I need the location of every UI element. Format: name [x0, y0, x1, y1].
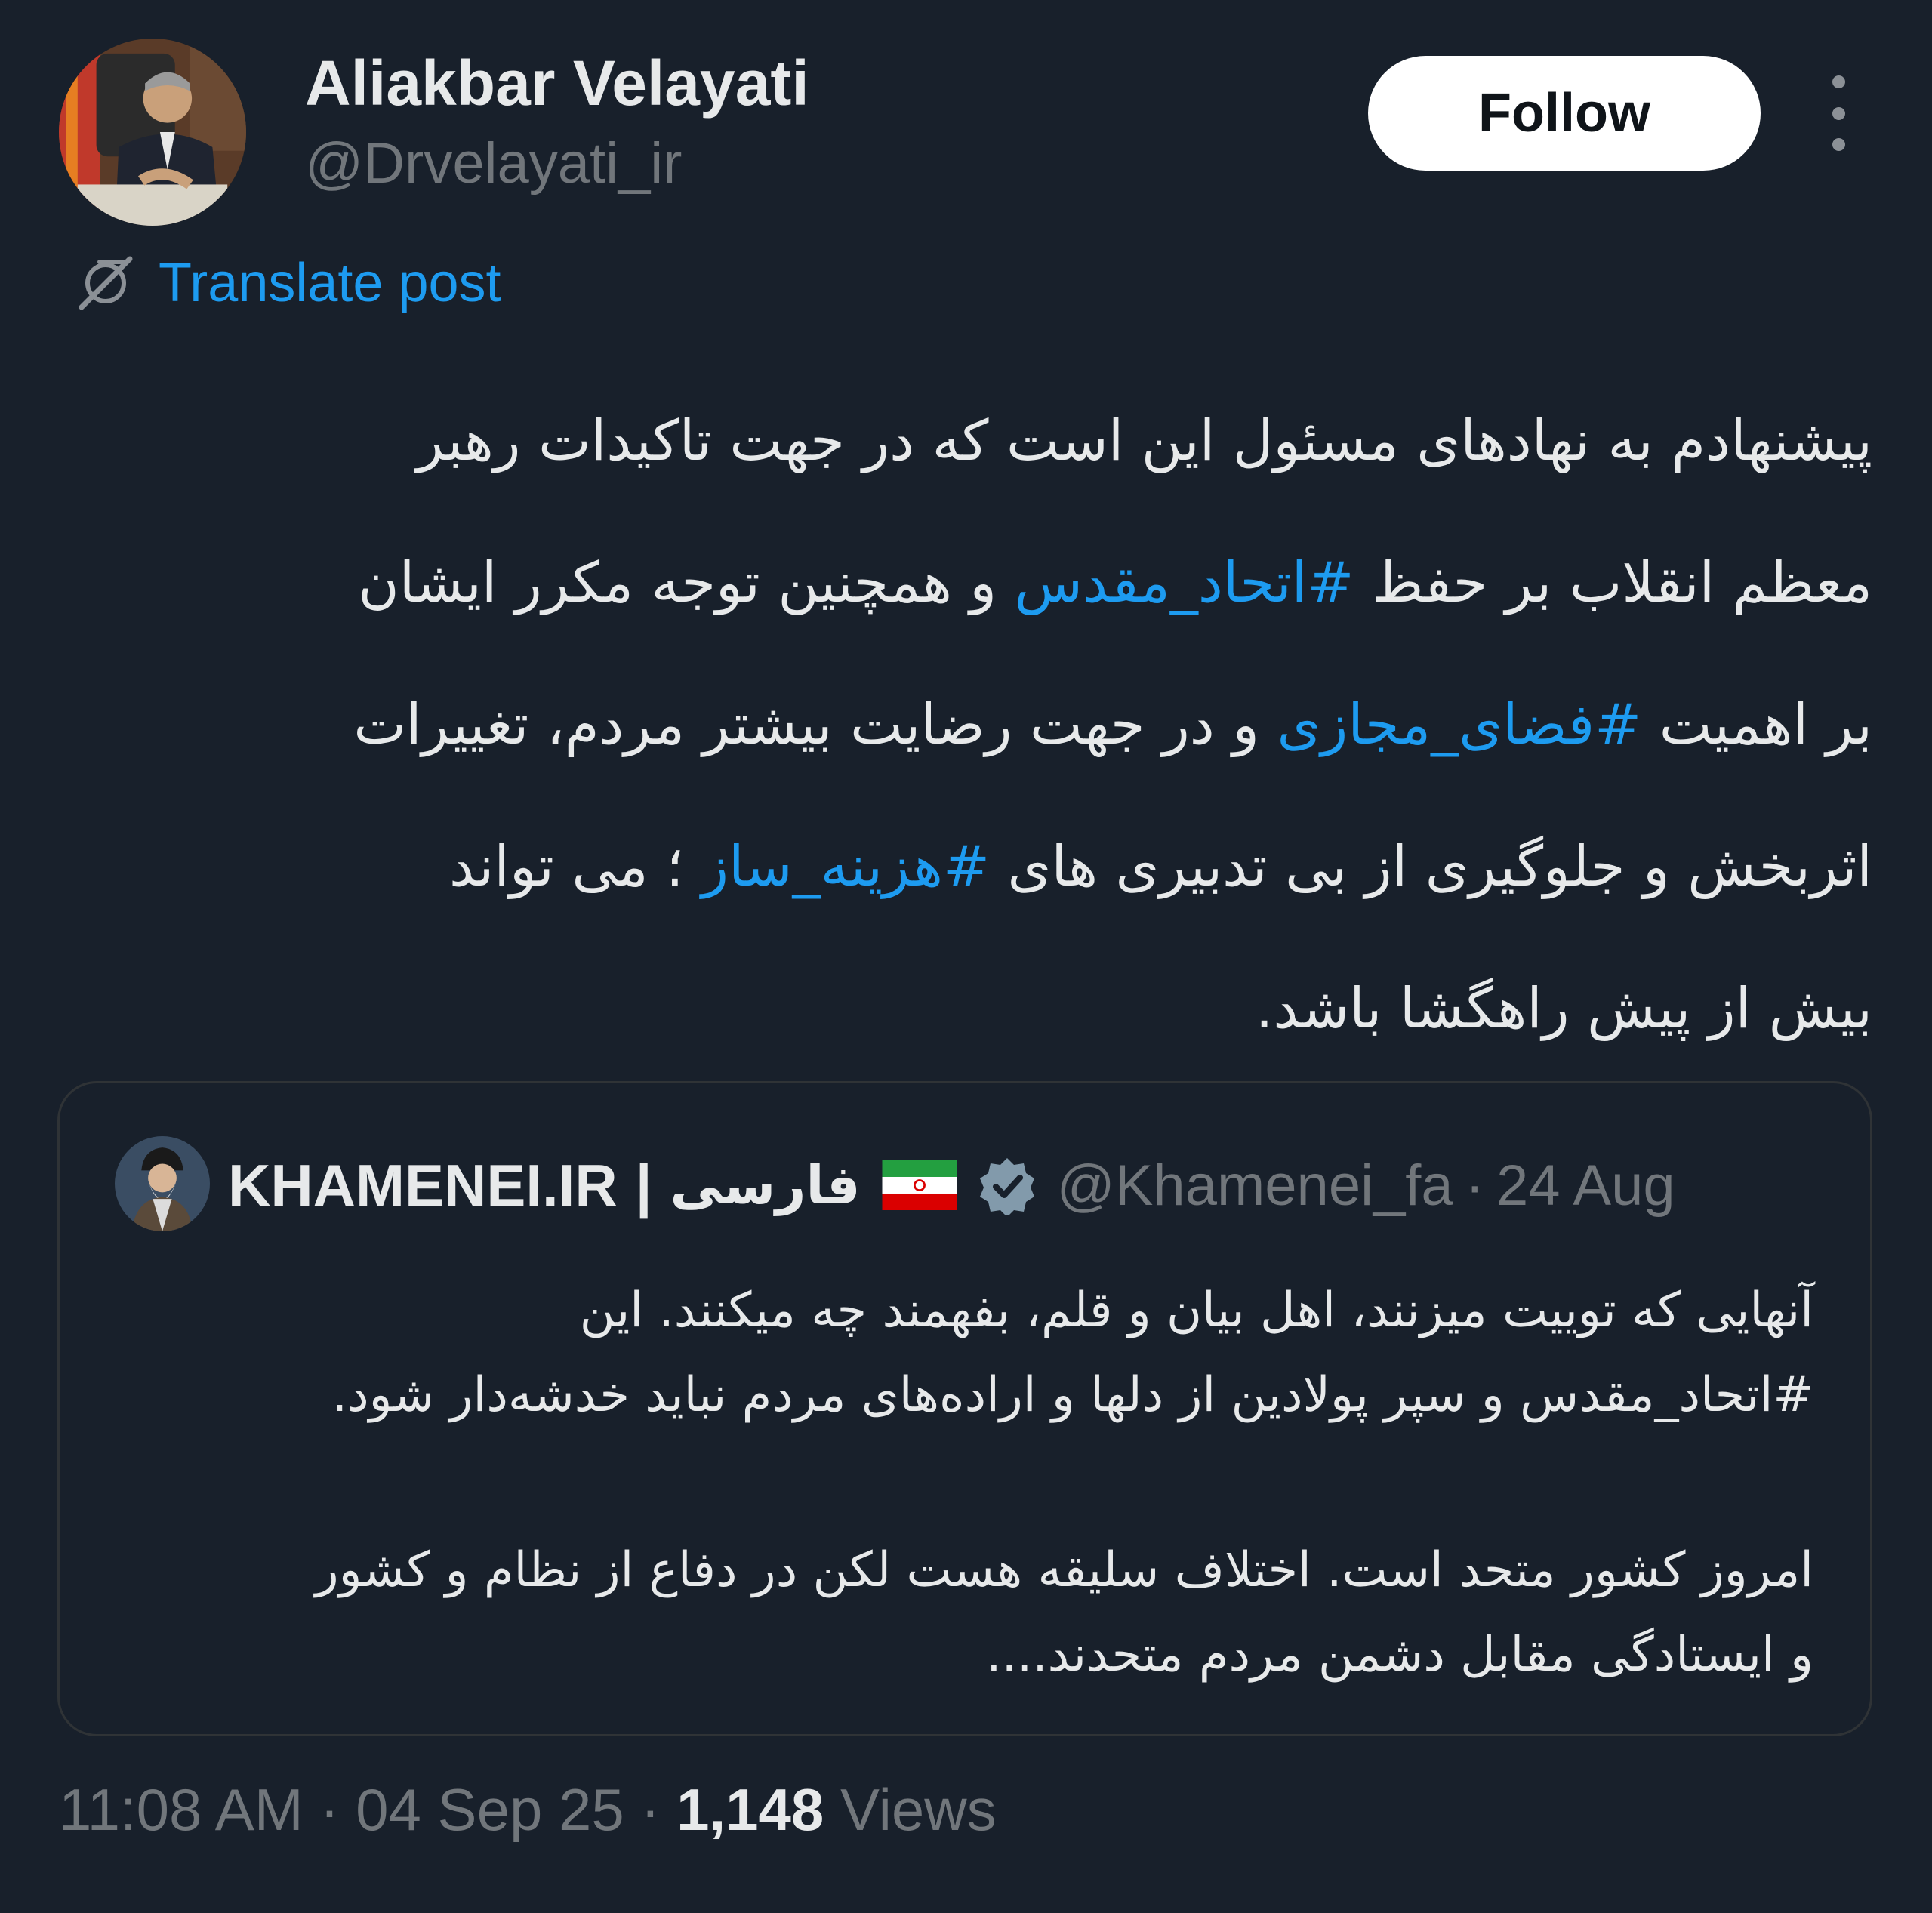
post-metadata: 11:08 AM · 04 Sep 25 · 1,148 Views — [59, 1776, 997, 1843]
post-date[interactable]: 04 Sep 25 — [356, 1776, 624, 1843]
more-vertical-icon[interactable] — [1816, 75, 1861, 151]
quote-line: امروز کشور متحد است. اختلاف سلیقه هست لک… — [315, 1542, 1813, 1598]
post-text-segment: اثربخش و جلوگیری از بی تدبیری های — [989, 834, 1872, 899]
post-line: اثربخش و جلوگیری از بی تدبیری های #هزینه… — [75, 796, 1872, 938]
author-avatar[interactable] — [59, 39, 246, 226]
views-count: 1,148 — [676, 1776, 824, 1843]
quote-date[interactable]: 24 Aug — [1496, 1153, 1675, 1218]
hashtag-link[interactable]: #فضای_مجازی — [1277, 692, 1642, 757]
quote-text: آنهایی که توییت میزنند، اهل بیان و قلم، … — [113, 1268, 1813, 1697]
hashtag-link[interactable]: #هزینه_ساز — [701, 834, 990, 899]
post-text: پیشنهادم به نهادهای مسئول این است که در … — [75, 370, 1872, 1080]
quote-author-name[interactable]: KHAMENEI.IR — [228, 1151, 618, 1220]
quote-name-separator: | — [635, 1151, 652, 1218]
post-text-segment: بر اهمیت — [1641, 692, 1872, 757]
views-label: Views — [824, 1776, 997, 1843]
translate-post-link[interactable]: Translate post — [75, 253, 501, 313]
post-text-segment: ؛ می تواند — [448, 834, 702, 899]
quote-author-handle[interactable]: @Khamenei_fa — [1057, 1153, 1453, 1218]
author-handle[interactable]: @Drvelayati_ir — [305, 132, 683, 196]
post-line: پیشنهادم به نهادهای مسئول این است که در … — [416, 408, 1872, 473]
quote-line: #اتحاد_مقدس و سپر پولادین از دلها و اراد… — [331, 1367, 1813, 1423]
hashtag-link[interactable]: #اتحاد_مقدس — [1015, 550, 1354, 615]
quote-author-lang[interactable]: فارسی — [670, 1154, 861, 1216]
author-name[interactable]: Aliakbar Velayati — [305, 48, 809, 119]
post-line: بر اهمیت #فضای_مجازی و در جهت رضایت بیشت… — [75, 654, 1872, 796]
post-text-segment: و در جهت رضایت بیشتر مردم، تغییرات — [353, 692, 1277, 757]
quote-paragraph-gap — [113, 1437, 1813, 1528]
translate-label: Translate post — [159, 253, 501, 313]
meta-dot-separator: · — [303, 1776, 356, 1843]
iran-flag-icon — [882, 1160, 957, 1210]
quote-dot-separator: · — [1465, 1153, 1484, 1218]
quote-author-avatar[interactable] — [115, 1136, 210, 1231]
post-line: معظم انقلاب بر حفظ #اتحاد_مقدس و همچنین … — [75, 512, 1872, 654]
quote-header: KHAMENEI.IR | فارسی @Khamenei_fa · 24 Au… — [228, 1147, 1675, 1223]
verified-badge-icon — [979, 1158, 1034, 1215]
post-time[interactable]: 11:08 AM — [59, 1776, 304, 1843]
post-text-segment: و همچنین توجه مکرر ایشان — [358, 550, 1015, 615]
translate-icon — [79, 256, 133, 310]
meta-dot-separator: · — [624, 1776, 677, 1843]
follow-button[interactable]: Follow — [1368, 56, 1761, 171]
quote-line: و ایستادگی مقابل دشمن مردم متحدند.... — [986, 1627, 1813, 1683]
post-text-segment: معظم انقلاب بر حفظ — [1354, 550, 1872, 615]
post-line: بیش از پیش راهگشا باشد. — [1255, 976, 1872, 1041]
quote-line: آنهایی که توییت میزنند، اهل بیان و قلم، … — [579, 1283, 1813, 1338]
